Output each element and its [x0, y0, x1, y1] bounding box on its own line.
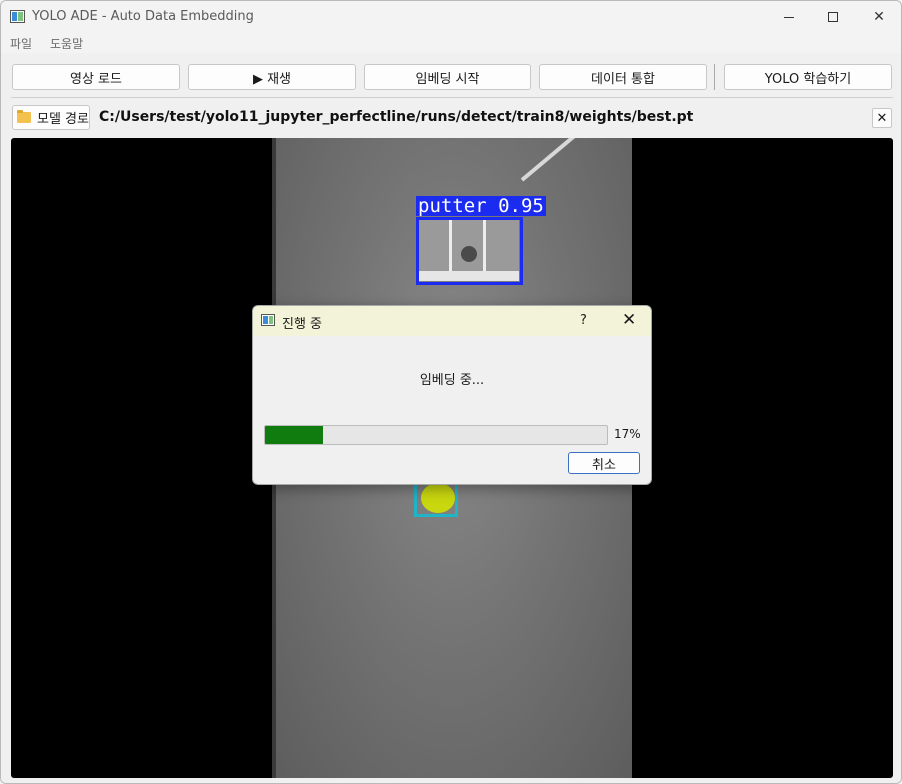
help-icon[interactable]: ?	[580, 313, 587, 328]
maximize-button[interactable]	[810, 1, 856, 33]
start-embedding-button[interactable]: 임베딩 시작	[364, 64, 531, 90]
dialog-title-bar[interactable]: 진행 중 ? ✕	[253, 306, 651, 336]
play-button[interactable]: ▶ 재생	[188, 64, 356, 90]
menu-help[interactable]: 도움말	[50, 35, 83, 52]
detection-box-putter	[416, 217, 523, 285]
putter-shaft	[520, 138, 631, 182]
clear-model-button[interactable]: ✕	[872, 108, 892, 128]
yolo-train-button[interactable]: YOLO 학습하기	[724, 64, 892, 90]
progress-percent-text: 17%	[614, 427, 641, 441]
dialog-message: 임베딩 중...	[419, 373, 485, 388]
close-button[interactable]: ✕	[856, 1, 901, 33]
close-icon: ✕	[873, 9, 885, 25]
cancel-button[interactable]: 취소	[568, 452, 640, 474]
toolbar-separator	[714, 64, 715, 90]
model-path-button[interactable]: 모델 경로	[12, 105, 90, 130]
progress-dialog: 진행 중 ? ✕ 임베딩 중... 17% 취소	[252, 305, 652, 485]
horizontal-divider	[11, 97, 893, 98]
dialog-title: 진행 중	[282, 317, 323, 332]
detection-label-putter: putter 0.95	[416, 195, 546, 217]
load-video-button[interactable]: 영상 로드	[12, 64, 180, 90]
title-bar[interactable]: YOLO ADE - Auto Data Embedding ✕	[1, 1, 901, 33]
app-icon	[10, 10, 25, 23]
progress-bar	[264, 425, 608, 445]
folder-icon	[17, 110, 31, 123]
menu-bar: 파일 도움말	[1, 33, 901, 53]
minimize-icon	[784, 16, 794, 18]
dialog-close-icon[interactable]: ✕	[622, 310, 636, 330]
close-icon: ✕	[876, 110, 888, 126]
model-path-button-label: 모델 경로	[37, 112, 89, 127]
merge-data-button[interactable]: 데이터 통합	[539, 64, 707, 90]
window-title: YOLO ADE - Auto Data Embedding	[32, 9, 254, 24]
maximize-icon	[828, 12, 838, 22]
detection-box-ball	[414, 480, 458, 517]
main-window: YOLO ADE - Auto Data Embedding ✕ 파일 도움말 …	[0, 0, 902, 784]
minimize-button[interactable]	[766, 1, 812, 33]
progress-bar-fill	[265, 426, 324, 444]
dialog-app-icon	[261, 314, 275, 326]
model-path-text: C:/Users/test/yolo11_jupyter_perfectline…	[99, 109, 694, 125]
menu-file[interactable]: 파일	[10, 35, 32, 52]
